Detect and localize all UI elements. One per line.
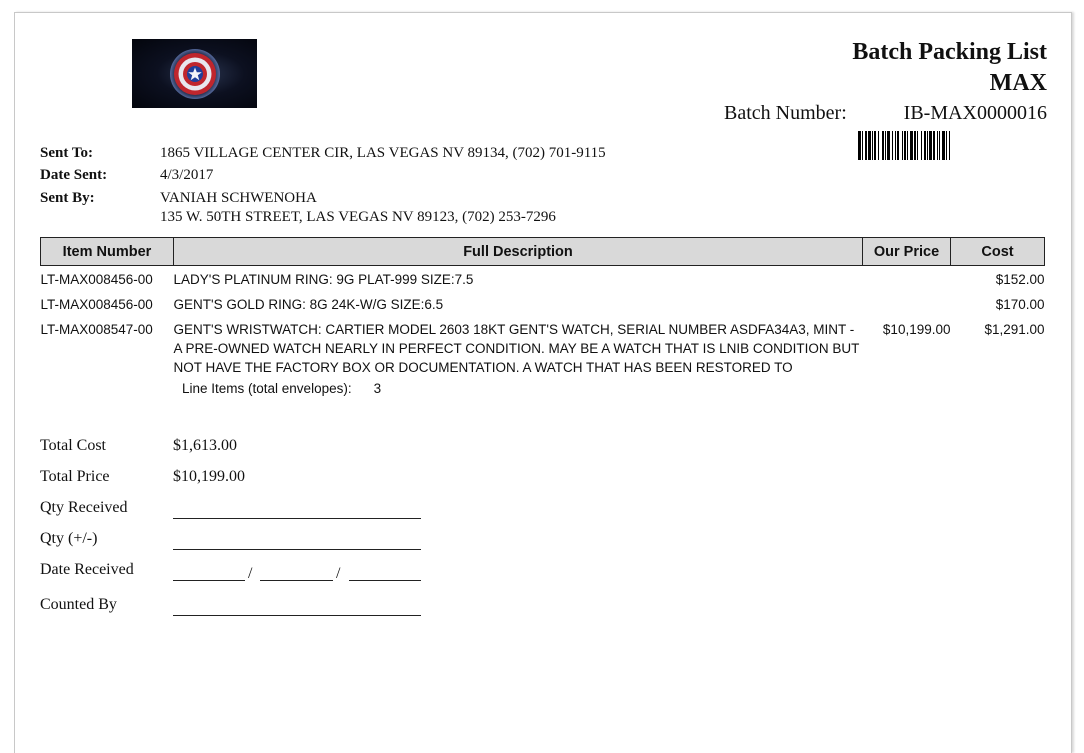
date-month-line	[173, 580, 245, 581]
description-cell: LADY'S PLATINUM RING: 9G PLAT-999 SIZE:7…	[173, 272, 474, 287]
item-number-cell: LT-MAX008456-00	[40, 272, 153, 287]
line-items-label: Line Items (total envelopes):	[182, 381, 352, 396]
sent-to-value: 1865 VILLAGE CENTER CIR, LAS VEGAS NV 89…	[160, 145, 606, 161]
total-cost-value: $1,613.00	[173, 437, 237, 454]
qty-adjust-line	[173, 549, 421, 550]
document-title: Batch Packing List	[852, 39, 1047, 65]
date-sent-value: 4/3/2017	[160, 167, 214, 183]
total-price-label: Total Price	[40, 468, 110, 485]
column-header-item-number: Item Number	[40, 237, 174, 266]
our-price-cell	[863, 291, 951, 316]
batch-number-label: Batch Number:	[724, 102, 847, 124]
date-sent-label: Date Sent:	[40, 167, 108, 183]
shield-star-icon	[169, 48, 220, 99]
our-price-cell: $10,199.00	[882, 322, 951, 337]
item-number-cell: LT-MAX008456-00	[40, 297, 153, 312]
date-year-line	[349, 580, 421, 581]
table-row: LT-MAX008547-00 GENT'S WRISTWATCH: CARTI…	[41, 316, 1045, 379]
date-day-line	[260, 580, 333, 581]
date-separator: /	[336, 565, 341, 582]
line-items-count: 3	[373, 381, 382, 396]
sent-by-address: 135 W. 50TH STREET, LAS VEGAS NV 89123, …	[160, 209, 556, 225]
batch-number-value: IB-MAX0000016	[903, 102, 1047, 124]
description-cell: GENT'S WRISTWATCH: CARTIER MODEL 2603 18…	[173, 322, 860, 375]
our-price-cell	[863, 266, 951, 292]
date-separator: /	[248, 565, 253, 582]
barcode	[858, 131, 950, 160]
counted-by-line	[173, 615, 421, 616]
table-row: LT-MAX008456-00 LADY'S PLATINUM RING: 9G…	[41, 266, 1045, 292]
date-received-label: Date Received	[40, 561, 134, 578]
company-logo	[132, 39, 257, 108]
sent-to-label: Sent To:	[40, 145, 93, 161]
sent-by-name: VANIAH SCHWENOHA	[160, 190, 317, 206]
column-header-description: Full Description	[173, 237, 863, 266]
items-table: Item Number Full Description Our Price C…	[40, 237, 1045, 379]
total-cost-label: Total Cost	[40, 437, 106, 454]
qty-adjust-label: Qty (+/-)	[40, 530, 98, 547]
counted-by-label: Counted By	[40, 596, 117, 613]
cost-cell: $152.00	[995, 272, 1045, 287]
column-header-our-price: Our Price	[862, 237, 951, 266]
table-header-row: Item Number Full Description Our Price C…	[40, 237, 1045, 266]
item-number-cell: LT-MAX008547-00	[40, 322, 153, 337]
cost-cell: $1,291.00	[984, 322, 1045, 337]
table-row: LT-MAX008456-00 GENT'S GOLD RING: 8G 24K…	[41, 291, 1045, 316]
cost-cell: $170.00	[995, 297, 1045, 312]
column-header-cost: Cost	[950, 237, 1045, 266]
description-cell: GENT'S GOLD RING: 8G 24K-W/G SIZE:6.5	[173, 297, 444, 312]
packing-list-page: Batch Packing List MAX Batch Number: IB-…	[14, 12, 1072, 753]
total-price-value: $10,199.00	[173, 468, 245, 485]
sent-by-label: Sent By:	[40, 190, 95, 206]
qty-received-line	[173, 518, 421, 519]
qty-received-label: Qty Received	[40, 499, 128, 516]
store-code: MAX	[989, 70, 1047, 96]
line-items-summary: Line Items (total envelopes): 3	[182, 381, 381, 396]
